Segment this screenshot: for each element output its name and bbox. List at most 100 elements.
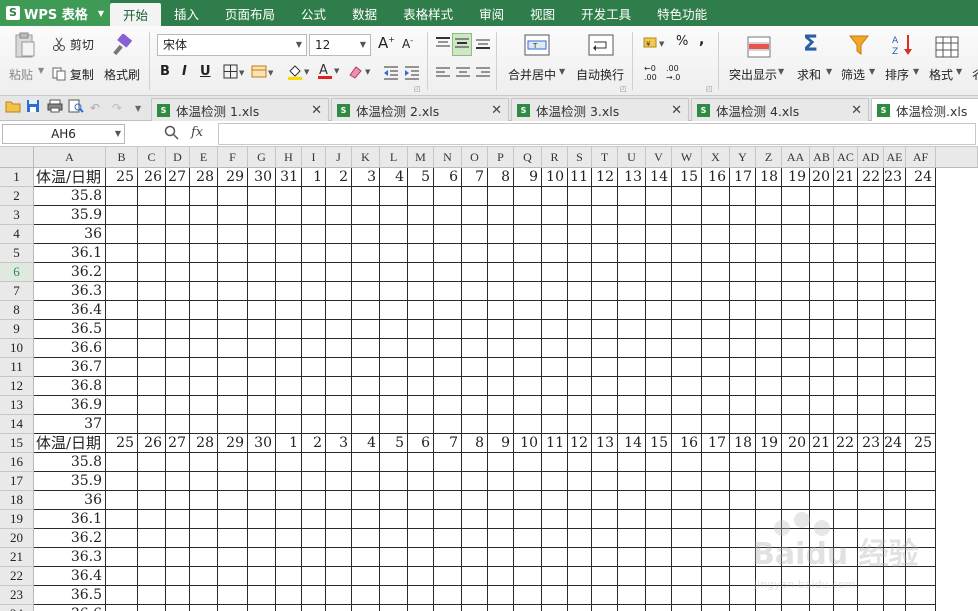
cell-ac2[interactable] [834,187,858,206]
cell-m15[interactable]: 6 [408,434,434,453]
column-header-o[interactable]: O [462,147,488,168]
cell-p24[interactable] [488,605,514,611]
cell-ab10[interactable] [810,339,834,358]
cell-h3[interactable] [276,206,302,225]
cell-w18[interactable] [672,491,702,510]
cell-n18[interactable] [434,491,462,510]
cell-k23[interactable] [352,586,380,605]
cell-n21[interactable] [434,548,462,567]
cell-t23[interactable] [592,586,618,605]
cell-x18[interactable] [702,491,730,510]
cell-e12[interactable] [190,377,218,396]
cell-ae18[interactable] [884,491,906,510]
cell-b6[interactable] [106,263,138,282]
cell-q3[interactable] [514,206,542,225]
cell-k8[interactable] [352,301,380,320]
cell-m17[interactable] [408,472,434,491]
row-header-9[interactable]: 9 [0,320,34,339]
cell-f11[interactable] [218,358,248,377]
cell-c23[interactable] [138,586,166,605]
cell-w10[interactable] [672,339,702,358]
cell-b22[interactable] [106,567,138,586]
cell-n17[interactable] [434,472,462,491]
cell-h21[interactable] [276,548,302,567]
cell-h11[interactable] [276,358,302,377]
cell-v16[interactable] [646,453,672,472]
column-header-h[interactable]: H [276,147,302,168]
doc-tab-4[interactable]: S 体温检测 4.xls ✕ [691,98,869,121]
cell-f19[interactable] [218,510,248,529]
cell-v11[interactable] [646,358,672,377]
cell-c6[interactable] [138,263,166,282]
cell-e23[interactable] [190,586,218,605]
percent-button[interactable]: % [676,34,688,49]
cell-ad2[interactable] [858,187,884,206]
cell-ac8[interactable] [834,301,858,320]
cell-n15[interactable]: 7 [434,434,462,453]
cell-aa3[interactable] [782,206,810,225]
cell-e6[interactable] [190,263,218,282]
cell-h13[interactable] [276,396,302,415]
cell-u5[interactable] [618,244,646,263]
highlight-button[interactable]: 突出显示 [729,66,777,83]
cell-a17[interactable]: 35.9 [34,472,106,491]
cell-ac17[interactable] [834,472,858,491]
cell-g11[interactable] [248,358,276,377]
column-header-f[interactable]: F [218,147,248,168]
cell-ae1[interactable]: 23 [884,168,906,187]
cell-m14[interactable] [408,415,434,434]
cell-b13[interactable] [106,396,138,415]
column-header-ae[interactable]: AE [884,147,906,168]
cell-l9[interactable] [380,320,408,339]
cell-w15[interactable]: 16 [672,434,702,453]
cell-m9[interactable] [408,320,434,339]
menu-insert[interactable]: 插入 [161,0,212,26]
cell-y12[interactable] [730,377,756,396]
cell-w8[interactable] [672,301,702,320]
cell-d19[interactable] [166,510,190,529]
cell-ab21[interactable] [810,548,834,567]
cell-s24[interactable] [568,605,592,611]
number-dialog-launcher-icon[interactable]: ◰ [706,85,713,93]
paste-dropdown-icon[interactable]: ▼ [38,66,44,75]
cell-o13[interactable] [462,396,488,415]
cell-e14[interactable] [190,415,218,434]
cell-l10[interactable] [380,339,408,358]
cell-ac1[interactable]: 21 [834,168,858,187]
cell-c22[interactable] [138,567,166,586]
cell-f22[interactable] [218,567,248,586]
menu-data[interactable]: 数据 [339,0,390,26]
cell-j16[interactable] [326,453,352,472]
cell-r4[interactable] [542,225,568,244]
cell-af20[interactable] [906,529,936,548]
cell-y14[interactable] [730,415,756,434]
cell-b10[interactable] [106,339,138,358]
cell-ac4[interactable] [834,225,858,244]
cell-a13[interactable]: 36.9 [34,396,106,415]
cell-m2[interactable] [408,187,434,206]
cell-af16[interactable] [906,453,936,472]
cell-d24[interactable] [166,605,190,611]
cell-f9[interactable] [218,320,248,339]
cell-h23[interactable] [276,586,302,605]
cell-ae3[interactable] [884,206,906,225]
column-header-i[interactable]: I [302,147,326,168]
filter-button[interactable]: 筛选 [841,66,865,83]
cell-l24[interactable] [380,605,408,611]
align-top-icon[interactable] [435,36,451,53]
cell-y22[interactable] [730,567,756,586]
row-header-13[interactable]: 13 [0,396,34,415]
cell-z7[interactable] [756,282,782,301]
cell-ad18[interactable] [858,491,884,510]
cell-b18[interactable] [106,491,138,510]
cell-u23[interactable] [618,586,646,605]
cell-x13[interactable] [702,396,730,415]
cell-c11[interactable] [138,358,166,377]
cell-q7[interactable] [514,282,542,301]
cell-w3[interactable] [672,206,702,225]
cell-ab14[interactable] [810,415,834,434]
cell-q21[interactable] [514,548,542,567]
cell-l15[interactable]: 5 [380,434,408,453]
cell-q18[interactable] [514,491,542,510]
cell-t4[interactable] [592,225,618,244]
